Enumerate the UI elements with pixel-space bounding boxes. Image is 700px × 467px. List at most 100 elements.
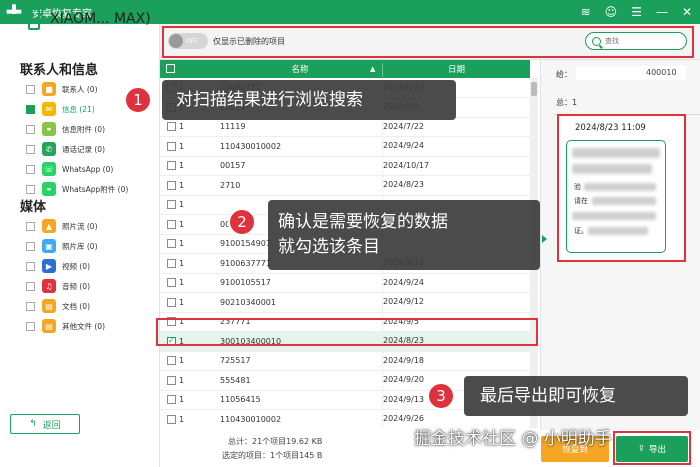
table-row[interactable]: 1 11119 2024/7/22: [160, 116, 530, 137]
wifi-icon[interactable]: ≋: [581, 5, 591, 19]
category-icon: ⚭: [42, 182, 56, 196]
message-text-line: 证。: [574, 227, 588, 235]
row-name: 00157: [220, 161, 246, 170]
row-count: 1: [179, 414, 185, 424]
device-name: XIAOM... MAX): [50, 11, 151, 27]
annotation-2: 确认是需要恢复的数据 就勾选该条目: [268, 200, 540, 270]
table-row[interactable]: 1 2710 2024/8/23: [160, 175, 530, 196]
category-icon: ⚭: [42, 122, 56, 136]
table-row[interactable]: 1 725517 2024/9/18: [160, 350, 530, 371]
checked-row-highlight: [156, 318, 538, 346]
row-checkbox[interactable]: [167, 180, 176, 190]
row-date: 2024/10/17: [382, 155, 530, 176]
sidebar-item-checkbox[interactable]: [26, 321, 35, 331]
message-text-line: 验: [574, 183, 581, 191]
sidebar-item-checkbox[interactable]: [26, 241, 35, 251]
row-checkbox[interactable]: [167, 395, 176, 404]
sidebar-item-checkbox[interactable]: [26, 84, 35, 94]
row-name: 90210340001: [220, 297, 276, 307]
select-all-checkbox[interactable]: [166, 64, 175, 73]
sidebar-item-media-5[interactable]: ▤ 其他文件 (0): [26, 318, 105, 334]
message-text-line: 请在: [574, 197, 588, 205]
row-name: 2710: [220, 180, 241, 190]
row-date: 2024/9/24: [382, 136, 530, 156]
annotation-3: 最后导出即可恢复: [464, 376, 688, 416]
row-count: 1: [179, 258, 185, 268]
row-checkbox[interactable]: [167, 239, 176, 248]
footer-selected: 选定的项目：1个项目145 B: [222, 451, 323, 460]
row-checkbox[interactable]: [167, 122, 176, 131]
back-button-label: 返回: [42, 420, 61, 431]
row-checkbox[interactable]: [167, 141, 176, 151]
annotation-1: 对扫描结果进行浏览搜索: [162, 80, 456, 120]
device-selector[interactable]: XIAOM... MAX): [10, 8, 151, 30]
minimize-icon[interactable]: —: [656, 5, 668, 19]
row-date: 2024/9/18: [382, 350, 530, 371]
sort-ascending-icon[interactable]: ▲: [370, 65, 375, 73]
category-icon: ▣: [42, 239, 56, 253]
device-checkbox[interactable]: [10, 14, 20, 24]
sidebar-item-contacts-4[interactable]: ☏ WhatsApp (0): [26, 161, 113, 177]
row-checkbox[interactable]: [167, 161, 176, 170]
expand-panel-arrow-icon[interactable]: [542, 235, 547, 243]
menu-icon[interactable]: ☰: [631, 5, 642, 19]
sidebar-item-contacts-5[interactable]: ⚭ WhatsApp附件 (0): [26, 181, 128, 197]
row-checkbox[interactable]: [167, 200, 176, 209]
row-checkbox[interactable]: [167, 356, 176, 365]
sidebar-item-media-2[interactable]: ▶ 视频 (0): [26, 258, 90, 274]
sidebar-item-checkbox[interactable]: [26, 281, 35, 291]
row-date: 2024/9/24: [382, 272, 530, 293]
sidebar-item-label: 照片流 (0): [62, 221, 98, 231]
export-button-highlight: [613, 431, 691, 465]
category-icon: ▤: [42, 319, 56, 333]
row-checkbox[interactable]: [167, 278, 176, 287]
sidebar-item-contacts-1[interactable]: ✉ 信息 (21): [26, 101, 95, 117]
sidebar-item-contacts-3[interactable]: ✆ 通话记录 (0): [26, 141, 105, 157]
row-checkbox[interactable]: [167, 258, 176, 268]
sidebar-item-contacts-0[interactable]: ■ 联系人 (0): [26, 81, 98, 97]
sidebar-item-checkbox[interactable]: [26, 301, 35, 311]
category-icon: ✆: [42, 142, 56, 156]
table-row[interactable]: 1 00157 2024/10/17: [160, 155, 530, 176]
sidebar-item-media-3[interactable]: ♫ 音频 (0): [26, 278, 90, 294]
row-checkbox[interactable]: [167, 375, 176, 385]
row-checkbox[interactable]: [167, 414, 176, 424]
sidebar-item-label: 音频 (0): [62, 281, 91, 291]
sidebar-item-media-4[interactable]: ▤ 文档 (0): [26, 298, 90, 314]
sidebar-item-checkbox[interactable]: [26, 144, 35, 154]
column-header-date[interactable]: 日期: [382, 63, 530, 77]
back-arrow-icon: ↰: [29, 419, 37, 429]
row-count: 1: [179, 356, 185, 365]
sidebar-item-checkbox[interactable]: [26, 104, 35, 114]
feedback-icon[interactable]: ☺: [605, 5, 618, 19]
sidebar-item-checkbox[interactable]: [26, 124, 35, 134]
sidebar-item-label: 其他文件 (0): [62, 321, 106, 331]
column-header-name[interactable]: 名称: [220, 63, 380, 75]
sidebar-item-checkbox[interactable]: [26, 221, 35, 231]
category-icon: ▶: [42, 259, 56, 273]
sidebar-item-label: 照片库 (0): [62, 241, 98, 251]
category-icon: ✉: [42, 102, 56, 116]
sidebar-item-media-0[interactable]: ▲ 照片流 (0): [26, 218, 98, 234]
table-row[interactable]: 1 9100105517 2024/9/24: [160, 272, 530, 293]
redacted-text: [584, 183, 656, 191]
sidebar-item-checkbox[interactable]: [26, 261, 35, 271]
sidebar-item-media-1[interactable]: ▣ 照片库 (0): [26, 238, 98, 254]
annotation-badge-1: 1: [124, 86, 152, 114]
sidebar-item-checkbox[interactable]: [26, 184, 35, 194]
row-checkbox[interactable]: [167, 219, 176, 229]
sidebar-item-contacts-2[interactable]: ⚭ 信息附件 (0): [26, 121, 105, 137]
table-row[interactable]: 1 110430010002 2024/9/24: [160, 136, 530, 157]
filter-bar-highlight: [162, 26, 694, 58]
window-controls: ≋ ☺ ☰ — ✕: [581, 0, 692, 24]
row-count: 1: [179, 180, 185, 190]
sidebar-item-label: 通话记录 (0): [62, 144, 106, 154]
close-icon[interactable]: ✕: [682, 5, 692, 19]
row-checkbox[interactable]: [167, 297, 176, 307]
table-row[interactable]: 1 90210340001 2024/9/12: [160, 292, 530, 313]
table-scroll-thumb[interactable]: [531, 82, 537, 96]
sidebar-item-label: 视频 (0): [62, 261, 91, 271]
annotation-2-line-2: 就勾选该条目: [278, 237, 380, 257]
back-button[interactable]: ↰ 返回: [10, 414, 80, 434]
sidebar-item-checkbox[interactable]: [26, 164, 35, 174]
